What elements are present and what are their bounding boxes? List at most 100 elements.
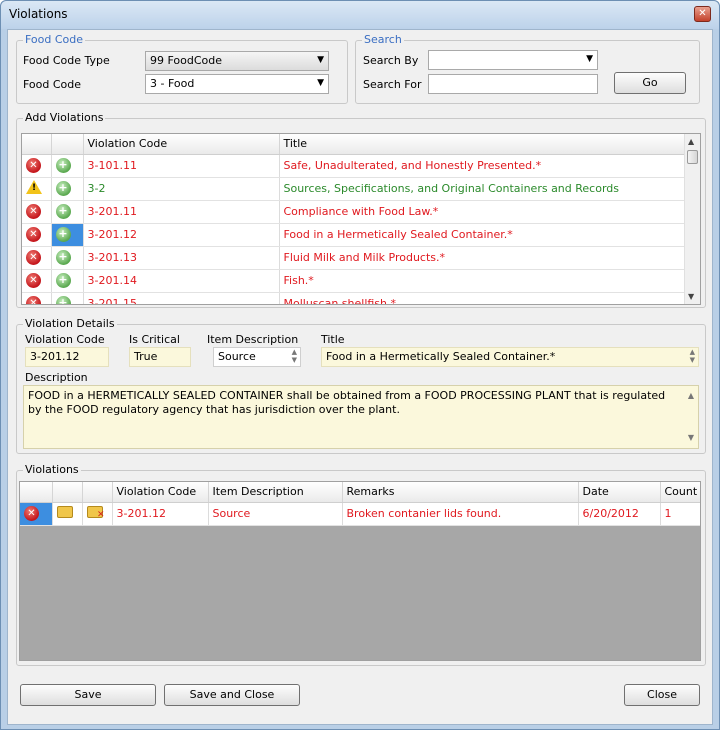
table-row[interactable]: ✕ + 3-201.13 Fluid Milk and Milk Product… [22,246,686,270]
food-code-type-select[interactable]: 99 FoodCode ▼ [145,51,329,71]
add-violations-group-title: Add Violations [23,111,106,124]
violation-code-cell: 3-2 [83,177,280,201]
column-header-violation-code[interactable]: Violation Code [83,134,280,155]
detail-description-text: FOOD in a HERMETICALLY SEALED CONTAINER … [28,389,666,416]
chevron-down-icon: ▼ [586,54,593,64]
food-code-select[interactable]: 3 - Food ▼ [145,74,329,94]
delete-icon[interactable]: ✕ [24,506,39,521]
spin-arrows-icon[interactable]: ▲ ▼ [690,348,695,364]
column-header-date[interactable]: Date [578,482,661,503]
add-cell[interactable]: + [51,223,84,247]
status-cell: ✕ [22,223,52,247]
window-client: Food Code Food Code Type 99 FoodCode ▼ F… [7,29,713,725]
status-cell: ! [22,177,52,201]
title-cell: Fish.* [279,269,686,293]
violation-details-group-title: Violation Details [23,317,117,330]
add-cell[interactable]: + [51,200,84,224]
add-icon[interactable]: + [55,204,71,219]
table-row[interactable]: ✕ + 3-101.11 Safe, Unadulterated, and Ho… [22,154,686,178]
add-cell[interactable]: + [51,292,84,304]
column-header-item-description[interactable]: Item Description [208,482,343,503]
detail-description-label: Description [25,371,88,384]
table-row[interactable]: ✕ + 3-201.14 Fish.* [22,269,686,293]
violation-details-group: Violation Details Violation Code 3-201.1… [16,317,706,454]
scroll-down-icon[interactable]: ▼ [688,431,694,445]
window-close-button[interactable]: ✕ [694,6,711,22]
count-cell: 1 [660,502,700,526]
column-header [52,482,83,503]
add-icon[interactable]: + [55,227,71,242]
add-cell[interactable]: + [51,269,84,293]
detail-item-description-value: Source [218,350,256,363]
detail-title-label: Title [321,333,345,346]
search-by-select[interactable]: ▼ [428,50,598,70]
scroll-up-icon[interactable]: ▲ [688,137,694,146]
status-cell: ✕ [22,200,52,224]
scroll-down-icon[interactable]: ▼ [688,292,694,301]
scroll-thumb[interactable] [687,150,698,164]
table-row[interactable]: ! + 3-2 Sources, Specifications, and Ori… [22,177,686,201]
table-row[interactable]: ✕ + 3-201.15 Molluscan shellfish.* [22,292,686,304]
add-cell[interactable]: + [51,154,84,178]
title-cell: Compliance with Food Law.* [279,200,686,224]
violation-code-cell: 3-101.11 [83,154,280,178]
violations-window: Violations ✕ Food Code Food Code Type 99… [0,0,720,730]
add-icon[interactable]: + [55,296,71,304]
column-header [20,482,53,503]
column-header-title[interactable]: Title [279,134,686,155]
add-icon[interactable]: + [55,273,71,288]
remove-cell[interactable]: ✕ [82,502,113,526]
add-cell[interactable]: + [51,177,84,201]
add-icon[interactable]: + [55,158,71,173]
title-cell: Fluid Milk and Milk Products.* [279,246,686,270]
column-header-count[interactable]: Count [660,482,700,503]
violation-code-cell: 3-201.14 [83,269,280,293]
add-violations-grid: Violation Code Title ✕ + 3-101.11 Safe, … [21,133,701,305]
add-icon[interactable]: + [55,250,71,265]
violations-grid: Violation Code Item Description Remarks … [19,481,701,661]
folder-delete-icon[interactable]: ✕ [86,506,105,520]
title-bar[interactable]: Violations ✕ [1,1,719,29]
detail-item-description-stepper[interactable]: Source ▲ ▼ [213,347,301,367]
add-icon[interactable]: + [55,181,71,196]
violations-group: Violations Violation Code Item Descripti… [16,463,706,666]
search-by-label: Search By [363,54,419,67]
chevron-down-icon: ▼ [317,78,324,88]
column-header [51,134,84,155]
add-violations-group: Add Violations Violation Code Title ✕ + … [16,111,706,308]
spin-arrows-icon[interactable]: ▲ ▼ [292,348,297,364]
violations-group-title: Violations [23,463,81,476]
save-and-close-button[interactable]: Save and Close [164,684,300,706]
go-button[interactable]: Go [614,72,686,94]
add-cell[interactable]: + [51,246,84,270]
edit-folder-icon[interactable] [56,506,73,518]
detail-description-box[interactable]: FOOD in a HERMETICALLY SEALED CONTAINER … [23,385,699,449]
delete-cell[interactable]: ✕ [20,502,53,526]
detail-violation-code-label: Violation Code [25,333,105,346]
food-code-type-label: Food Code Type [23,54,110,67]
status-cell: ✕ [22,269,52,293]
column-header-violation-code[interactable]: Violation Code [112,482,209,503]
table-row[interactable]: ✕ + 3-201.11 Compliance with Food Law.* [22,200,686,224]
title-cell: Molluscan shellfish.* [279,292,686,304]
title-cell: Sources, Specifications, and Original Co… [279,177,686,201]
add-violations-header-row: Violation Code Title [22,134,686,155]
violation-code-cell: 3-201.11 [83,200,280,224]
food-code-label: Food Code [23,78,82,91]
close-button[interactable]: Close [624,684,700,706]
scroll-up-icon[interactable]: ▲ [688,389,694,403]
search-for-input[interactable] [428,74,598,94]
error-icon: ✕ [26,250,41,265]
error-icon: ✕ [26,158,41,173]
column-header-remarks[interactable]: Remarks [342,482,579,503]
add-violations-scrollbar[interactable]: ▲ ▼ [684,134,700,304]
table-row-selected[interactable]: ✕ + 3-201.12 Food in a Hermetically Seal… [22,223,686,247]
food-code-value: 3 - Food [150,77,195,90]
table-row[interactable]: ✕ ✕ 3-201.12 Source Broken contanier lid… [20,502,700,526]
detail-title-value: Food in a Hermetically Sealed Container.… [321,347,699,367]
save-button[interactable]: Save [20,684,156,706]
edit-cell[interactable] [52,502,83,526]
violation-code-cell: 3-201.15 [83,292,280,304]
status-cell: ✕ [22,154,52,178]
error-icon: ✕ [26,204,41,219]
